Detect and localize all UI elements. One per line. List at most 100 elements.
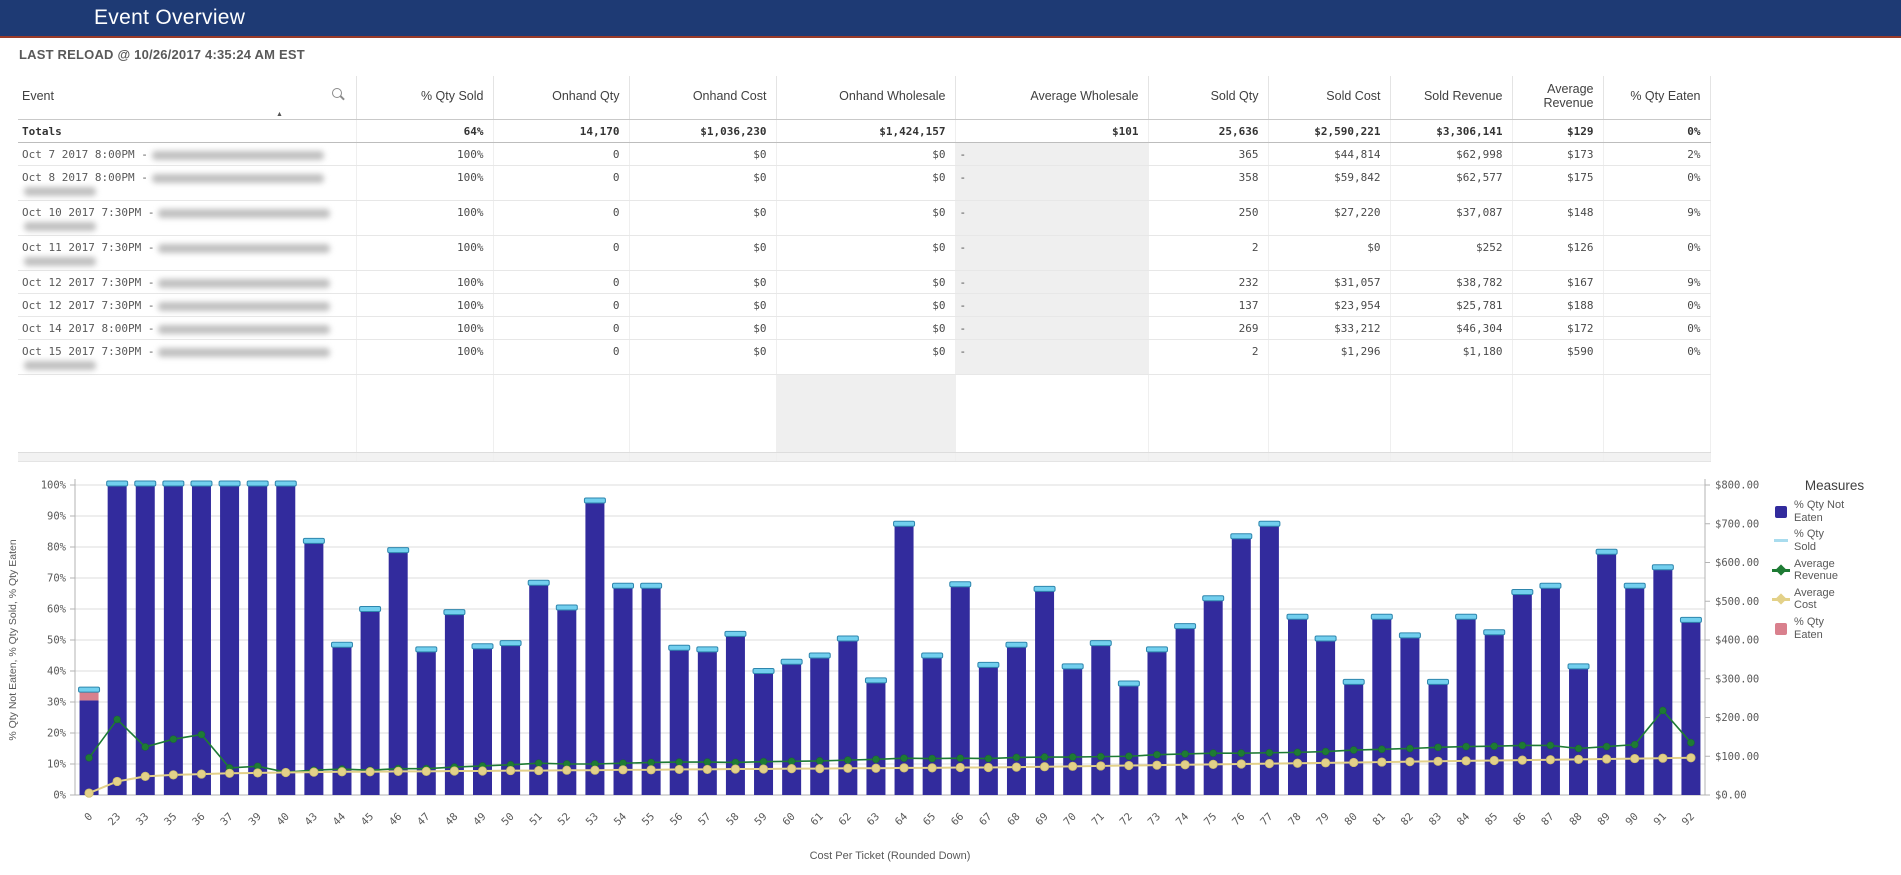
table-cell[interactable]: $148 <box>1512 201 1603 236</box>
average-cost-point[interactable] <box>1293 759 1301 767</box>
average-cost-point[interactable] <box>1406 757 1414 765</box>
table-cell[interactable]: $0 <box>776 166 955 201</box>
table-cell[interactable]: - <box>955 340 1148 375</box>
cap-qty-sold[interactable] <box>1540 583 1561 588</box>
event-cell[interactable]: Oct 7 2017 8:00PM - <box>18 143 356 166</box>
cap-qty-sold[interactable] <box>191 481 212 486</box>
legend-item[interactable]: AverageRevenue <box>1768 558 1901 583</box>
column-header-event[interactable]: Event▲ <box>18 76 356 120</box>
table-cell[interactable]: $0 <box>776 201 955 236</box>
average-revenue-point[interactable] <box>957 755 964 762</box>
average-revenue-point[interactable] <box>704 758 711 765</box>
table-cell[interactable]: 0% <box>1603 317 1710 340</box>
average-cost-point[interactable] <box>1574 755 1582 763</box>
average-cost-point[interactable] <box>1518 756 1526 764</box>
table-cell[interactable]: $59,842 <box>1268 166 1390 201</box>
table-cell[interactable]: $172 <box>1512 317 1603 340</box>
average-revenue-point[interactable] <box>114 716 121 723</box>
legend-item[interactable]: % QtyEaten <box>1768 616 1901 641</box>
table-cell[interactable]: $62,577 <box>1390 166 1512 201</box>
table-cell[interactable]: $167 <box>1512 271 1603 294</box>
average-cost-point[interactable] <box>1434 757 1442 765</box>
average-cost-point[interactable] <box>900 764 908 772</box>
cap-qty-sold[interactable] <box>1652 565 1673 570</box>
average-revenue-point[interactable] <box>844 757 851 764</box>
cap-qty-sold[interactable] <box>1680 617 1701 622</box>
bar-qty-not-eaten[interactable] <box>979 666 998 795</box>
table-cell[interactable]: $0 <box>776 317 955 340</box>
table-cell[interactable]: $0 <box>776 143 955 166</box>
cap-qty-sold[interactable] <box>416 647 437 652</box>
average-revenue-point[interactable] <box>1631 741 1638 748</box>
table-cell[interactable]: $0 <box>629 201 776 236</box>
average-cost-point[interactable] <box>647 766 655 774</box>
average-cost-point[interactable] <box>787 764 795 772</box>
table-cell[interactable]: $27,220 <box>1268 201 1390 236</box>
table-cell[interactable]: $23,954 <box>1268 294 1390 317</box>
table-cell[interactable]: $0 <box>629 294 776 317</box>
bar-qty-not-eaten[interactable] <box>866 682 885 795</box>
cap-qty-sold[interactable] <box>219 481 240 486</box>
table-row[interactable]: Oct 10 2017 7:30PM -100%0$0$0-250$27,220… <box>18 201 1710 236</box>
table-cell[interactable]: 100% <box>356 143 493 166</box>
column-header-onhand-cost[interactable]: Onhand Cost <box>629 76 776 120</box>
cap-qty-sold[interactable] <box>922 653 943 658</box>
cap-qty-sold[interactable] <box>1484 630 1505 635</box>
table-cell[interactable]: $1,296 <box>1268 340 1390 375</box>
average-cost-point[interactable] <box>1350 758 1358 766</box>
cap-qty-sold[interactable] <box>1315 636 1336 641</box>
average-cost-line[interactable] <box>89 758 1691 793</box>
average-cost-point[interactable] <box>1209 760 1217 768</box>
bar-qty-not-eaten[interactable] <box>1288 618 1307 795</box>
average-revenue-point[interactable] <box>788 758 795 765</box>
average-revenue-point[interactable] <box>1603 743 1610 750</box>
cap-qty-sold[interactable] <box>1399 633 1420 638</box>
table-cell[interactable]: - <box>955 143 1148 166</box>
bar-qty-not-eaten[interactable] <box>248 485 267 795</box>
event-cell[interactable]: Oct 14 2017 8:00PM - <box>18 317 356 340</box>
cap-qty-sold[interactable] <box>1624 583 1645 588</box>
average-cost-point[interactable] <box>1068 762 1076 770</box>
average-cost-point[interactable] <box>844 764 852 772</box>
table-cell[interactable]: - <box>955 166 1148 201</box>
average-revenue-point[interactable] <box>1125 753 1132 760</box>
table-cell[interactable]: $31,057 <box>1268 271 1390 294</box>
cap-qty-sold[interactable] <box>1287 614 1308 619</box>
average-cost-point[interactable] <box>956 763 964 771</box>
average-revenue-point[interactable] <box>1069 753 1076 760</box>
table-cell[interactable]: - <box>955 201 1148 236</box>
table-cell[interactable]: 9% <box>1603 201 1710 236</box>
table-cell[interactable]: $126 <box>1512 236 1603 271</box>
table-cell[interactable]: 0 <box>493 143 629 166</box>
column-header-average-revenue[interactable]: Average Revenue <box>1512 76 1603 120</box>
table-cell[interactable]: 100% <box>356 317 493 340</box>
cap-qty-sold[interactable] <box>978 662 999 667</box>
average-revenue-point[interactable] <box>142 743 149 750</box>
bar-qty-not-eaten[interactable] <box>1119 685 1138 795</box>
bar-qty-not-eaten[interactable] <box>220 485 239 795</box>
average-cost-point[interactable] <box>535 766 543 774</box>
legend-item[interactable]: % Qty NotEaten <box>1768 499 1901 524</box>
average-revenue-point[interactable] <box>816 757 823 764</box>
bar-qty-not-eaten[interactable] <box>276 485 295 795</box>
average-revenue-point[interactable] <box>1491 743 1498 750</box>
bar-qty-not-eaten[interactable] <box>810 657 829 795</box>
column-header--qty-sold[interactable]: % Qty Sold <box>356 76 493 120</box>
cap-qty-sold[interactable] <box>1146 647 1167 652</box>
table-cell[interactable]: 100% <box>356 271 493 294</box>
table-cell[interactable]: 0% <box>1603 340 1710 375</box>
table-cell[interactable]: 0% <box>1603 294 1710 317</box>
bar-qty-not-eaten[interactable] <box>1091 645 1110 795</box>
column-header-sold-cost[interactable]: Sold Cost <box>1268 76 1390 120</box>
cap-qty-sold[interactable] <box>1118 681 1139 686</box>
table-cell[interactable]: 100% <box>356 236 493 271</box>
average-revenue-point[interactable] <box>1266 749 1273 756</box>
bar-qty-not-eaten[interactable] <box>923 657 942 795</box>
cap-qty-sold[interactable] <box>753 669 774 674</box>
average-revenue-point[interactable] <box>1322 748 1329 755</box>
bar-qty-not-eaten[interactable] <box>1625 587 1644 795</box>
event-cell[interactable]: Oct 15 2017 7:30PM - <box>18 340 356 375</box>
average-cost-point[interactable] <box>1265 759 1273 767</box>
bar-qty-not-eaten[interactable] <box>1681 621 1700 795</box>
bar-qty-not-eaten[interactable] <box>1372 618 1391 795</box>
